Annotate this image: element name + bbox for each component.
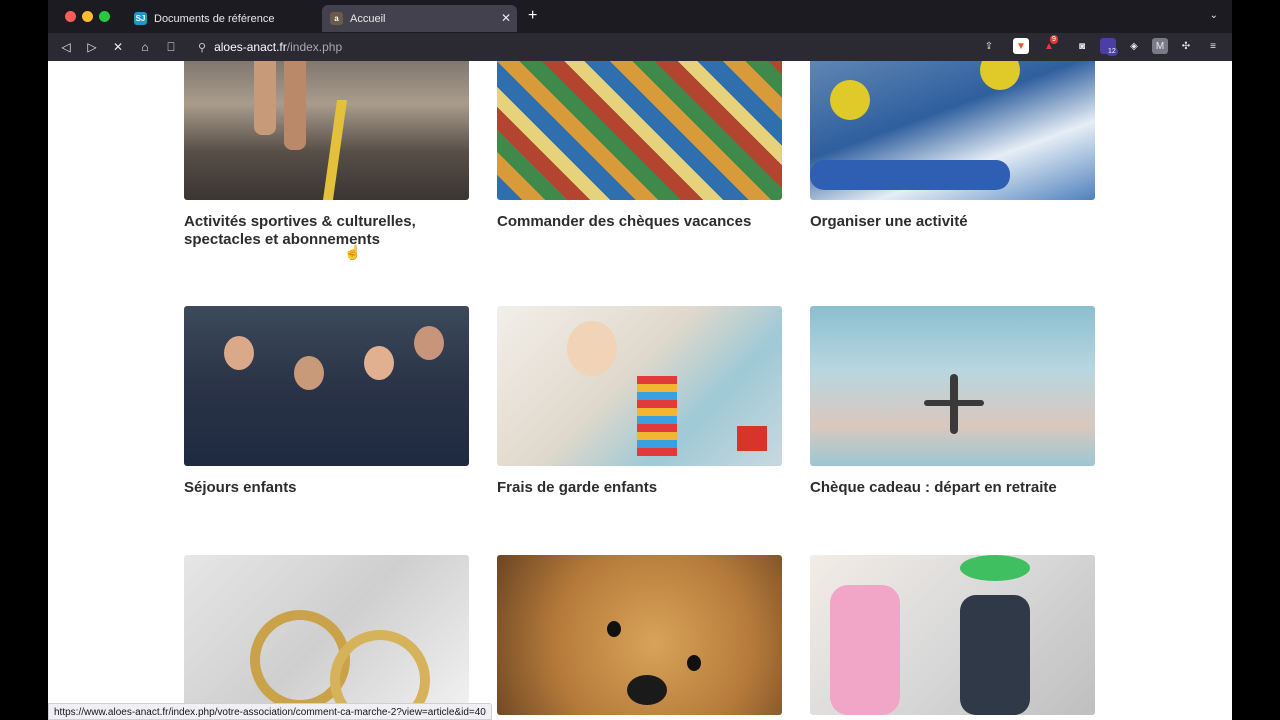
close-tab-icon[interactable]: ✕	[501, 11, 511, 25]
card-frais-garde[interactable]: Frais de garde enfants	[497, 306, 782, 497]
card-teddy-bear[interactable]	[497, 555, 782, 715]
new-tab-button[interactable]: +	[528, 8, 537, 24]
tab-favicon-icon: SJ	[134, 12, 147, 25]
rewards-badge: 9	[1050, 35, 1058, 44]
card-sports-culture[interactable]: Activités sportives & culturelles, spect…	[184, 61, 469, 249]
window-close-button[interactable]	[65, 11, 76, 22]
card-title[interactable]: Chèque cadeau : départ en retraite	[810, 479, 1095, 497]
wedding-rings-image[interactable]	[184, 555, 469, 715]
url-text: aloes-anact.fr/index.php	[214, 40, 342, 54]
rafting-image[interactable]	[810, 61, 1095, 200]
address-bar[interactable]: ⚲ aloes-anact.fr/index.php	[188, 35, 1008, 59]
extension-arrow-icon[interactable]: ◈	[1126, 38, 1142, 54]
kids-group-image[interactable]	[184, 306, 469, 466]
card-title[interactable]: Frais de garde enfants	[497, 479, 782, 497]
tab-bar: SJ Documents de référence a Accueil ✕ + …	[48, 0, 1232, 33]
list-all-tabs-icon[interactable]: ⌄	[1210, 10, 1218, 21]
window-maximize-button[interactable]	[99, 11, 110, 22]
extensions-puzzle-icon[interactable]: ✣	[1178, 38, 1194, 54]
card-title[interactable]: Séjours enfants	[184, 479, 469, 497]
back-icon[interactable]: ◁	[57, 38, 75, 56]
site-info-icon[interactable]: ⚲	[198, 41, 206, 54]
postcards-image[interactable]	[497, 61, 782, 200]
shield-icon[interactable]: ▼	[1013, 38, 1029, 54]
extension-profile-icon[interactable]: 12	[1100, 38, 1118, 56]
stop-loading-icon[interactable]: ✕	[109, 38, 127, 56]
menu-icon[interactable]: ≡	[1205, 38, 1221, 54]
card-organiser-activite[interactable]: Organiser une activité	[810, 61, 1095, 231]
share-icon[interactable]: ⇪	[981, 38, 997, 54]
tab-accueil[interactable]: a Accueil ✕	[322, 5, 517, 32]
card-cheques-vacances[interactable]: Commander des chèques vacances	[497, 61, 782, 231]
backpacks-image[interactable]	[810, 555, 1095, 715]
card-title[interactable]: Organiser une activité	[810, 213, 1095, 231]
card-cheque-cadeau-retraite[interactable]: Chèque cadeau : départ en retraite	[810, 306, 1095, 497]
rewards-icon[interactable]: ▲ 9	[1041, 35, 1058, 54]
navigation-bar: ◁ ▷ ✕ ⌂ ⎕ ⚲ aloes-anact.fr/index.php ⇪ ▼…	[48, 33, 1232, 61]
url-path: /index.php	[286, 40, 343, 54]
tab-favicon-icon: a	[330, 12, 343, 25]
extension-m-icon[interactable]: M	[1152, 38, 1168, 54]
tab-documents-reference[interactable]: SJ Documents de référence	[126, 5, 319, 32]
window-minimize-button[interactable]	[82, 11, 93, 22]
browser-window: SJ Documents de référence a Accueil ✕ + …	[48, 0, 1232, 720]
card-title[interactable]: Activités sportives & culturelles, spect…	[184, 213, 469, 249]
tab-label: Accueil	[350, 12, 386, 25]
pointer-cursor-icon: ☝	[344, 244, 362, 260]
bookmark-icon[interactable]: ⎕	[162, 38, 180, 56]
card-backpacks[interactable]	[810, 555, 1095, 715]
card-sejours-enfants[interactable]: Séjours enfants	[184, 306, 469, 497]
page-content: Activités sportives & culturelles, spect…	[48, 61, 1232, 720]
status-link-preview: https://www.aloes-anact.fr/index.php/vot…	[48, 703, 492, 720]
teddy-bear-image[interactable]	[497, 555, 782, 715]
card-title[interactable]: Commander des chèques vacances	[497, 213, 782, 231]
forward-icon[interactable]: ▷	[83, 38, 101, 56]
card-wedding[interactable]	[184, 555, 469, 715]
runner-image[interactable]	[184, 61, 469, 200]
baby-toys-image[interactable]	[497, 306, 782, 466]
tab-label: Documents de référence	[154, 12, 275, 25]
home-icon[interactable]: ⌂	[136, 38, 154, 56]
screenshot-icon[interactable]: ◙	[1074, 38, 1090, 54]
profile-badge: 12	[1106, 47, 1118, 56]
airplane-image[interactable]	[810, 306, 1095, 466]
url-domain: aloes-anact.fr	[214, 40, 287, 54]
